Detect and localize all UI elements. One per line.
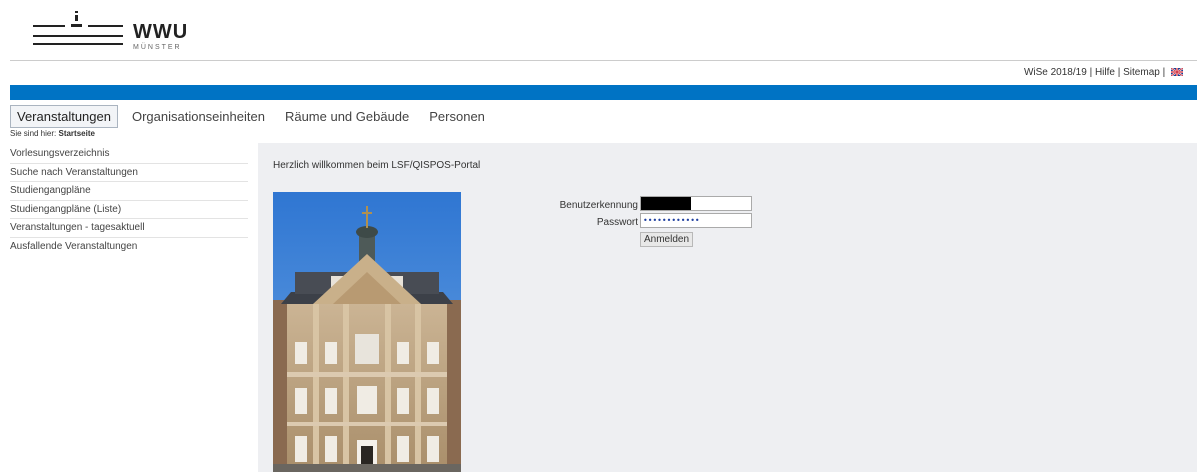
sitemap-link[interactable]: Sitemap [1123, 67, 1160, 78]
tab-raeume-und-gebaeude[interactable]: Räume und Gebäude [279, 106, 415, 127]
breadcrumb: Sie sind hier: Startseite [10, 129, 95, 138]
separator: | [1162, 67, 1166, 78]
top-links: WiSe 2018/19 | Hilfe | Sitemap | [1024, 67, 1183, 78]
username-field[interactable] [640, 196, 752, 211]
tab-veranstaltungen[interactable]: Veranstaltungen [10, 104, 118, 128]
sidebar-item-suche-veranstaltungen[interactable]: Suche nach Veranstaltungen [10, 164, 248, 182]
breadcrumb-prefix: Sie sind hier: [10, 129, 57, 138]
username-label: Benutzerkennung [559, 200, 638, 211]
help-link[interactable]: Hilfe [1095, 67, 1115, 78]
redacted-username [641, 197, 691, 210]
page-header: WWU MÜNSTER [0, 0, 1197, 62]
login-button[interactable]: Anmelden [640, 232, 694, 247]
sidebar-item-studiengangplaene[interactable]: Studiengangpläne [10, 182, 248, 201]
separator: | [1089, 67, 1093, 78]
password-label: Passwort [596, 217, 638, 228]
main-navigation: Veranstaltungen Organisationseinheiten R… [10, 104, 499, 128]
sidebar-item-studiengangplaene-liste[interactable]: Studiengangpläne (Liste) [10, 201, 248, 219]
main-content: Herzlich willkommen beim LSF/QISPOS-Port… [258, 143, 1197, 472]
tab-organisationseinheiten[interactable]: Organisationseinheiten [126, 106, 271, 127]
castle-photo [273, 192, 461, 472]
sidebar: Vorlesungsverzeichnis Suche nach Veranst… [10, 145, 248, 256]
separator: | [1117, 67, 1121, 78]
sidebar-item-ausfallende-veranstaltungen[interactable]: Ausfallende Veranstaltungen [10, 238, 248, 257]
logo-subtitle: MÜNSTER [133, 44, 182, 51]
welcome-text: Herzlich willkommen beim LSF/QISPOS-Port… [273, 160, 481, 171]
password-field[interactable]: •••••••••••• [640, 213, 752, 228]
brand-bar [10, 85, 1197, 100]
wwu-logo-icon [33, 11, 123, 45]
sidebar-item-veranstaltungen-tagesaktuell[interactable]: Veranstaltungen - tagesaktuell [10, 219, 248, 238]
semester-link[interactable]: WiSe 2018/19 [1024, 67, 1087, 78]
tab-personen[interactable]: Personen [423, 106, 491, 127]
wwu-logo[interactable]: WWU MÜNSTER [33, 9, 203, 55]
breadcrumb-current[interactable]: Startseite [58, 129, 94, 138]
logo-name: WWU [133, 21, 189, 43]
sidebar-item-vorlesungsverzeichnis[interactable]: Vorlesungsverzeichnis [10, 145, 248, 164]
header-divider [10, 60, 1197, 61]
uk-flag-icon[interactable] [1171, 68, 1183, 77]
